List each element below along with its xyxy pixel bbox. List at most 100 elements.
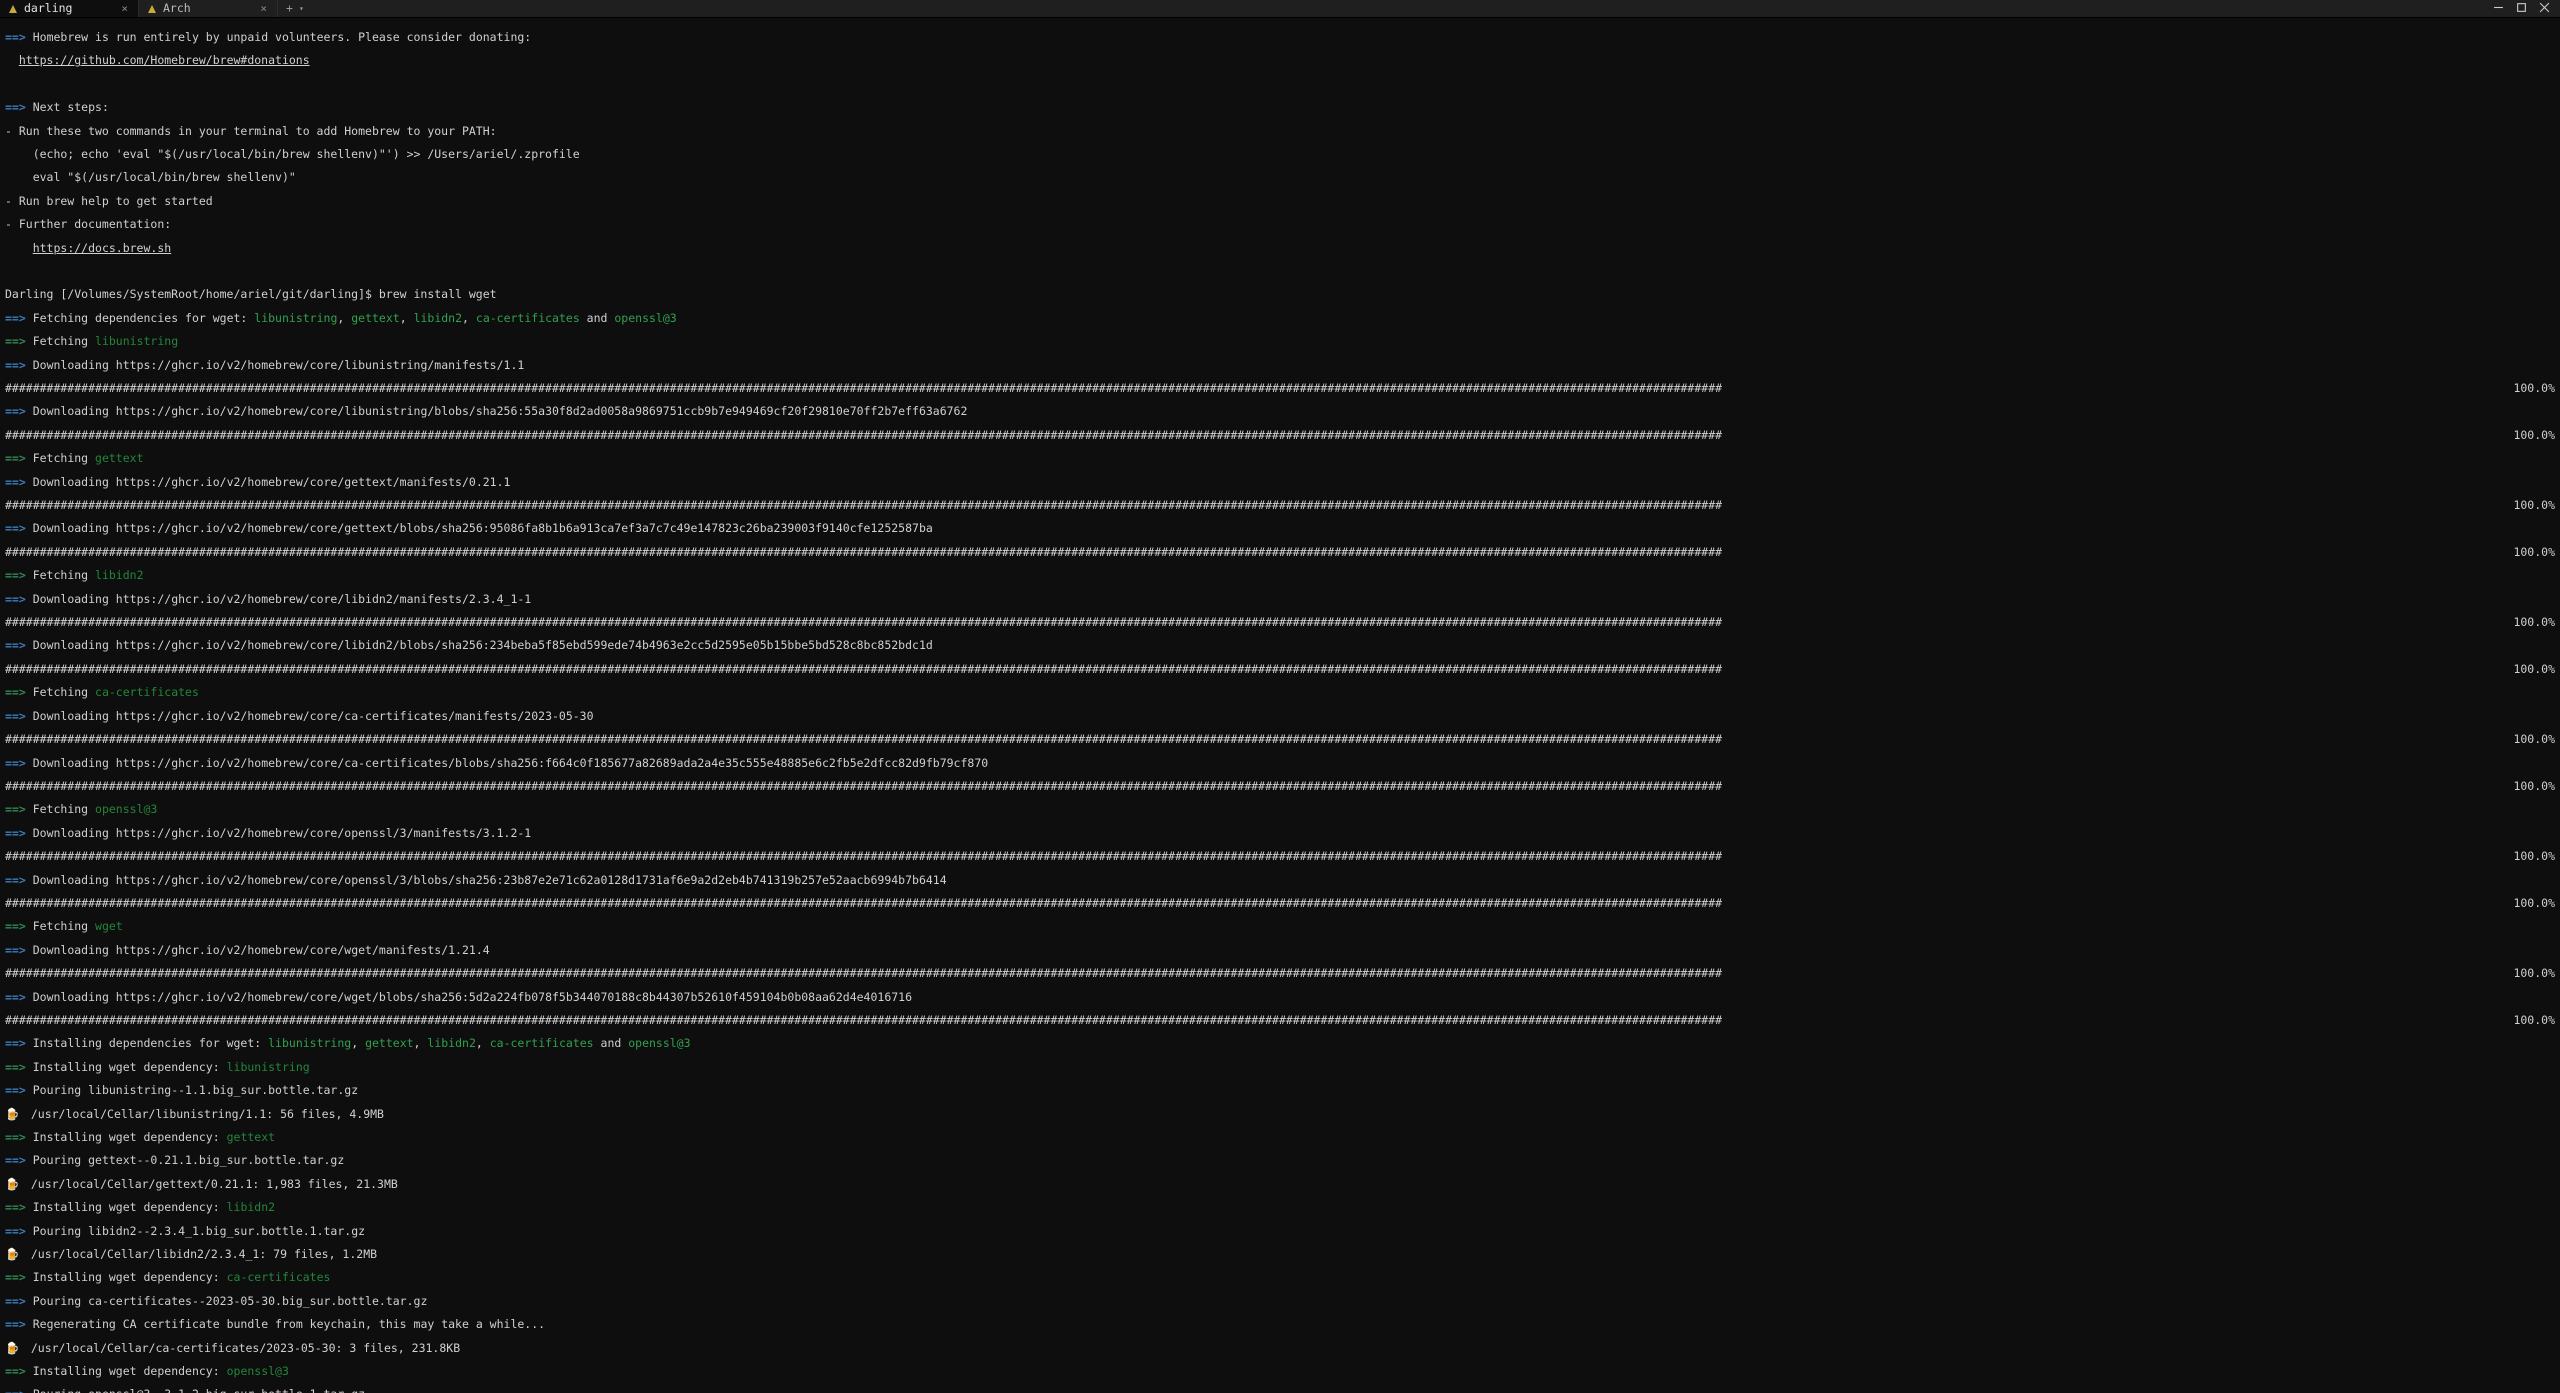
dep-name: libidn2 — [227, 1200, 275, 1214]
line-text: eval "$(/usr/local/bin/brew shellenv)" — [5, 172, 2555, 184]
summary: /usr/local/Cellar/libidn2/2.3.4_1: 79 fi… — [31, 1247, 377, 1261]
dep-name: ca-certificates — [95, 685, 199, 699]
shell-prompt: Darling [/Volumes/SystemRoot/home/ariel/… — [5, 289, 2555, 301]
dep-name: gettext — [227, 1130, 275, 1144]
line-text: - Run these two commands in your termina… — [5, 126, 2555, 138]
progress-bar: ########################################… — [5, 781, 1722, 793]
line-text: Installing wget dependency: — [33, 1060, 227, 1074]
line-text: Installing wget dependency: — [33, 1200, 227, 1214]
window-controls — [2483, 0, 2560, 17]
maximize-button[interactable] — [2516, 2, 2527, 16]
sep: and — [580, 311, 615, 325]
line-text: Next steps: — [33, 100, 109, 114]
line-text: Downloading https://ghcr.io/v2/homebrew/… — [33, 756, 988, 770]
progress-bar: ########################################… — [5, 430, 1722, 442]
progress-pct: 100.0% — [2505, 734, 2555, 746]
line-text: (echo; echo 'eval "$(/usr/local/bin/brew… — [5, 149, 2555, 161]
link[interactable]: https://github.com/Homebrew/brew#donatio… — [19, 53, 310, 67]
line-text: Installing dependencies for wget: — [33, 1036, 268, 1050]
close-icon[interactable]: × — [121, 3, 128, 15]
progress-pct: 100.0% — [2505, 500, 2555, 512]
dep-name: libunistring — [268, 1036, 351, 1050]
dep-name: libunistring — [254, 311, 337, 325]
line-text: Pouring libidn2--2.3.4_1.big_sur.bottle.… — [33, 1224, 365, 1238]
progress-pct: 100.0% — [2505, 851, 2555, 863]
dep-name: libunistring — [95, 334, 178, 348]
tab-darling[interactable]: darling × — [0, 0, 139, 17]
progress-bar: ########################################… — [5, 851, 1722, 863]
progress-bar: ########################################… — [5, 1015, 1722, 1027]
dep-name: ca-certificates — [476, 311, 580, 325]
tab-menu-icon[interactable]: ▾ — [299, 3, 304, 15]
beer-icon: 🍺 — [5, 1109, 17, 1121]
summary: /usr/local/Cellar/libunistring/1.1: 56 f… — [31, 1107, 384, 1121]
progress-pct: 100.0% — [2505, 898, 2555, 910]
line-text: Downloading https://ghcr.io/v2/homebrew/… — [33, 475, 511, 489]
progress-bar: ########################################… — [5, 734, 1722, 746]
dep-name: gettext — [365, 1036, 413, 1050]
progress-pct: 100.0% — [2505, 617, 2555, 629]
summary: /usr/local/Cellar/gettext/0.21.1: 1,983 … — [31, 1177, 398, 1191]
terminal-icon — [8, 4, 18, 14]
link[interactable]: https://docs.brew.sh — [33, 241, 171, 255]
dep-name: ca-certificates — [490, 1036, 594, 1050]
line-text: Homebrew is run entirely by unpaid volun… — [33, 30, 532, 44]
close-icon[interactable]: × — [260, 3, 267, 15]
line-text: Downloading https://ghcr.io/v2/homebrew/… — [33, 592, 532, 606]
progress-bar: ########################################… — [5, 617, 1722, 629]
dep-name: libunistring — [227, 1060, 310, 1074]
dep-name: openssl@3 — [95, 802, 157, 816]
progress-bar: ########################################… — [5, 898, 1722, 910]
line-text: Downloading https://ghcr.io/v2/homebrew/… — [33, 990, 912, 1004]
progress-pct: 100.0% — [2505, 781, 2555, 793]
dep-name: openssl@3 — [614, 311, 676, 325]
line-text: Downloading https://ghcr.io/v2/homebrew/… — [33, 709, 594, 723]
line-text: Downloading https://ghcr.io/v2/homebrew/… — [33, 826, 532, 840]
tab-strip: darling × Arch × + ▾ — [0, 0, 312, 17]
add-tab-icon[interactable]: + — [286, 3, 293, 15]
terminal-window: darling × Arch × + ▾ — [0, 0, 2560, 1393]
beer-icon: 🍺 — [5, 1249, 17, 1261]
line-text: Downloading https://ghcr.io/v2/homebrew/… — [33, 521, 933, 535]
dep-name: openssl@3 — [227, 1364, 289, 1378]
line-text: Regenerating CA certificate bundle from … — [33, 1317, 545, 1331]
dep-name: libidn2 — [95, 568, 143, 582]
line-text: Pouring libunistring--1.1.big_sur.bottle… — [33, 1083, 358, 1097]
line-text: Pouring ca-certificates--2023-05-30.big_… — [33, 1294, 428, 1308]
tab-arch[interactable]: Arch × — [139, 0, 278, 17]
line-text: Downloading https://ghcr.io/v2/homebrew/… — [33, 358, 525, 372]
summary: /usr/local/Cellar/ca-certificates/2023-0… — [31, 1341, 460, 1355]
line-text: Downloading https://ghcr.io/v2/homebrew/… — [33, 873, 947, 887]
progress-bar: ########################################… — [5, 664, 1722, 676]
minimize-button[interactable] — [2493, 2, 2504, 16]
close-button[interactable] — [2539, 2, 2550, 16]
tab-add-area: + ▾ — [278, 0, 312, 17]
line-text: Installing wget dependency: — [33, 1130, 227, 1144]
progress-pct: 100.0% — [2505, 383, 2555, 395]
terminal-output[interactable]: ==> Homebrew is run entirely by unpaid v… — [0, 18, 2560, 1393]
progress-pct: 100.0% — [2505, 1015, 2555, 1027]
line-text: Downloading https://ghcr.io/v2/homebrew/… — [33, 404, 968, 418]
progress-bar: ########################################… — [5, 500, 1722, 512]
dep-name: gettext — [95, 451, 143, 465]
line-text: Installing wget dependency: — [33, 1364, 227, 1378]
tab-label: darling — [24, 3, 72, 15]
line-text: Installing wget dependency: — [33, 1270, 227, 1284]
line-text: Downloading https://ghcr.io/v2/homebrew/… — [33, 638, 933, 652]
dep-name: libidn2 — [427, 1036, 475, 1050]
dep-name: libidn2 — [414, 311, 462, 325]
dep-name: wget — [95, 919, 123, 933]
sep: and — [594, 1036, 629, 1050]
line-text: Pouring gettext--0.21.1.big_sur.bottle.t… — [33, 1153, 345, 1167]
terminal-icon — [147, 4, 157, 14]
titlebar: darling × Arch × + ▾ — [0, 0, 2560, 18]
progress-bar: ########################################… — [5, 547, 1722, 559]
progress-pct: 100.0% — [2505, 547, 2555, 559]
line-text: - Run brew help to get started — [5, 196, 2555, 208]
dep-name: gettext — [351, 311, 399, 325]
tab-label: Arch — [163, 3, 191, 15]
dep-name: ca-certificates — [227, 1270, 331, 1284]
progress-bar: ########################################… — [5, 383, 1722, 395]
line-text: - Further documentation: — [5, 219, 2555, 231]
progress-pct: 100.0% — [2505, 430, 2555, 442]
